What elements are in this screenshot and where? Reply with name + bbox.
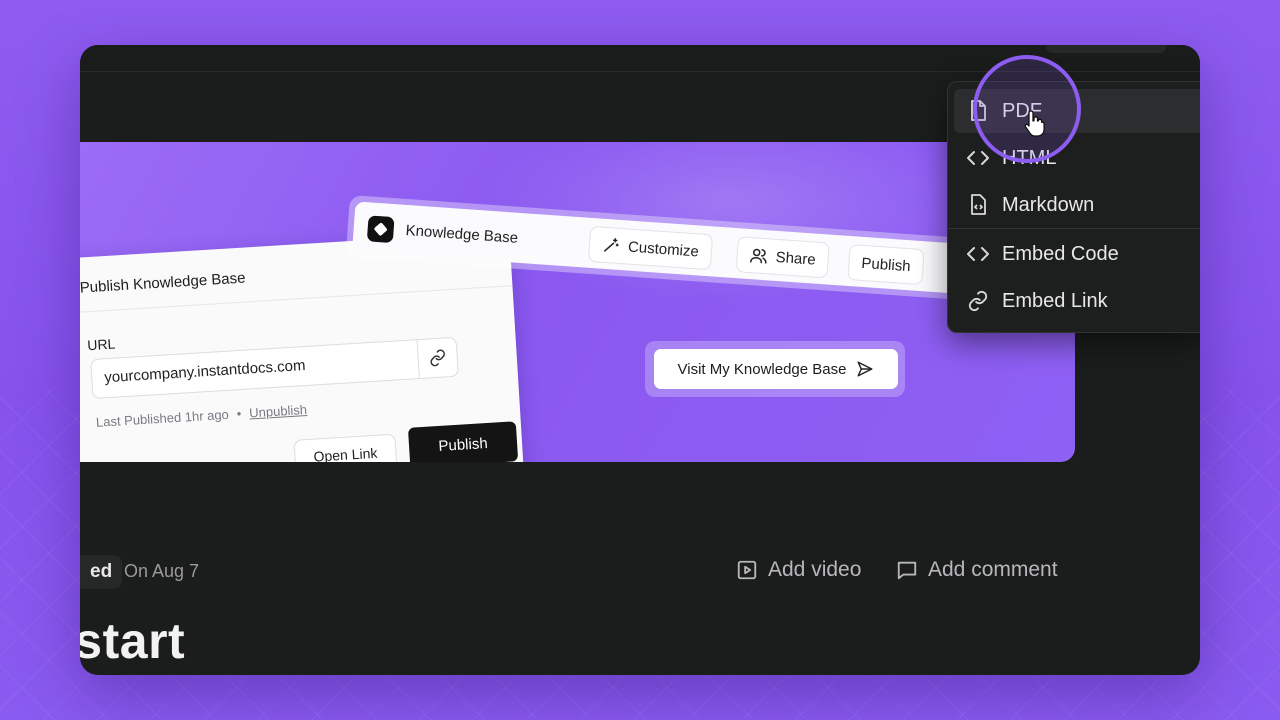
add-comment-button[interactable]: Add comment bbox=[896, 558, 1058, 582]
send-icon bbox=[857, 361, 873, 377]
top-bar-control[interactable] bbox=[1046, 45, 1166, 53]
add-comment-label: Add comment bbox=[928, 558, 1058, 581]
link-icon bbox=[430, 349, 445, 367]
add-video-button[interactable]: Add video bbox=[736, 558, 861, 582]
share-button[interactable]: Share bbox=[735, 236, 830, 279]
url-input-value: yourcompany.instantdocs.com bbox=[103, 357, 306, 387]
add-video-label: Add video bbox=[768, 558, 862, 581]
code-icon bbox=[966, 242, 990, 266]
visit-button-wrapper: Visit My Knowledge Base bbox=[645, 341, 905, 397]
users-icon bbox=[750, 248, 767, 264]
separator: • bbox=[236, 406, 242, 422]
menu-item-label: Embed Link bbox=[1002, 289, 1108, 312]
menu-item-embed-code[interactable]: Embed Code bbox=[954, 232, 1200, 276]
url-label: URL bbox=[86, 335, 116, 354]
publish-card-title: Publish Knowledge Base bbox=[80, 269, 246, 297]
menu-divider bbox=[948, 228, 1200, 229]
unpublish-link[interactable]: Unpublish bbox=[249, 402, 308, 421]
video-icon bbox=[737, 560, 757, 580]
menu-item-markdown[interactable]: Markdown bbox=[954, 183, 1200, 227]
customize-label: Customize bbox=[627, 238, 700, 260]
share-label: Share bbox=[775, 248, 817, 269]
status-badge: ed bbox=[80, 555, 123, 589]
copy-link-button[interactable] bbox=[416, 337, 458, 379]
date-label: On Aug 7 bbox=[124, 561, 200, 581]
hero-banner: Publish Knowledge Base URL yourcompany.i… bbox=[80, 142, 1075, 462]
open-link-button[interactable]: Open Link bbox=[293, 433, 398, 462]
publish-meta: Last Published 1hr ago • Unpublish bbox=[96, 402, 308, 430]
publish-card: Publish Knowledge Base URL yourcompany.i… bbox=[80, 231, 525, 462]
customize-button[interactable]: Customize bbox=[587, 225, 713, 271]
hand-cursor-icon bbox=[1024, 110, 1045, 137]
code-icon bbox=[966, 146, 990, 170]
toolbar-publish-label: Publish bbox=[860, 254, 912, 275]
visit-knowledge-base-button[interactable]: Visit My Knowledge Base bbox=[654, 349, 898, 389]
menu-item-embed-link[interactable]: Embed Link bbox=[954, 279, 1200, 323]
visit-button-label: Visit My Knowledge Base bbox=[677, 360, 847, 378]
last-published-text: Last Published 1hr ago bbox=[95, 406, 230, 430]
toolbar-title: Knowledge Base bbox=[405, 221, 519, 247]
markdown-file-icon bbox=[966, 193, 990, 217]
logo-icon bbox=[366, 215, 395, 244]
publish-button[interactable]: Publish bbox=[407, 421, 519, 462]
comment-icon bbox=[897, 561, 917, 580]
menu-item-label: Markdown bbox=[1002, 193, 1095, 216]
toolbar-publish-button[interactable]: Publish bbox=[847, 243, 925, 286]
url-input[interactable]: yourcompany.instantdocs.com bbox=[90, 336, 459, 400]
page-title: kstart bbox=[80, 613, 186, 669]
link-icon bbox=[966, 289, 990, 313]
app-window: Publish Knowledge Base URL yourcompany.i… bbox=[80, 45, 1200, 675]
menu-item-label: Embed Code bbox=[1002, 242, 1119, 265]
magic-wand-icon bbox=[603, 238, 619, 252]
